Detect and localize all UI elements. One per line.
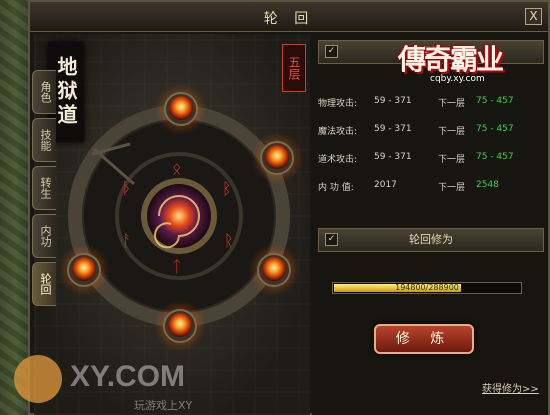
side-tab[interactable]: 角色 bbox=[32, 70, 56, 114]
rune-mark: ᛟ bbox=[172, 159, 182, 178]
side-tab[interactable]: 技能 bbox=[32, 118, 56, 162]
attribute-value: 59 - 371 bbox=[374, 152, 412, 162]
game-logo: 傳奇霸业 cqby.xy.com bbox=[388, 20, 538, 100]
owl-icon bbox=[14, 355, 62, 403]
attribute-label: 内 功 值: bbox=[318, 183, 354, 193]
next-layer-label: 下一层 bbox=[438, 99, 466, 109]
next-layer-value: 75 - 457 bbox=[476, 124, 514, 134]
obtain-cultivation-link[interactable]: 获得修为>> bbox=[482, 380, 539, 395]
rune-mark: ᚱ bbox=[224, 231, 234, 250]
side-tab[interactable]: 内功 bbox=[32, 214, 56, 258]
reincarnation-window: 轮 回 X 地狱道 五层 ᛟ ᛒ ᚱ ᛏ ᚨ ᚦ ✓ 属性 傳奇霸业 cqby.… bbox=[28, 0, 550, 415]
logo-url: cqby.xy.com bbox=[430, 74, 485, 84]
side-tabs: 角色 技能 转生 内功 轮回 bbox=[32, 70, 58, 310]
cultivation-progress-bar: 194800/288900 bbox=[332, 282, 522, 294]
rune-mark: ᚦ bbox=[122, 179, 132, 198]
rune-mark: ᚨ bbox=[122, 231, 132, 250]
attribute-value: 2017 bbox=[374, 180, 397, 190]
soul-orb-5[interactable] bbox=[58, 244, 110, 296]
attributes-toggle[interactable]: ✓ bbox=[325, 45, 338, 58]
logo-text: 傳奇霸业 bbox=[398, 43, 504, 76]
train-button[interactable]: 修 炼 bbox=[374, 324, 474, 354]
cultivation-header: ✓ 轮回修为 bbox=[318, 228, 544, 252]
attribute-label: 道术攻击: bbox=[318, 155, 358, 165]
side-tab[interactable]: 轮回 bbox=[32, 262, 56, 306]
next-layer-label: 下一层 bbox=[438, 127, 466, 137]
next-layer-value: 75 - 457 bbox=[476, 96, 514, 106]
soul-orb-4[interactable] bbox=[154, 300, 206, 352]
attribute-value: 59 - 371 bbox=[374, 96, 412, 106]
rune-mark: ᛏ bbox=[172, 257, 182, 276]
info-panel: ✓ 属性 傳奇霸业 cqby.xy.com 物理攻击: 59 - 371 下一层… bbox=[312, 34, 548, 415]
attribute-label: 魔法攻击: bbox=[318, 127, 358, 137]
watermark-subtitle: 玩游戏上XY bbox=[134, 399, 193, 412]
rune-mark: ᛒ bbox=[222, 179, 232, 198]
watermark-brand: XY.COM bbox=[70, 360, 186, 393]
soul-orb-2[interactable] bbox=[251, 132, 303, 184]
progress-text: 194800/288900 bbox=[395, 283, 459, 292]
side-tab[interactable]: 转生 bbox=[32, 166, 56, 210]
watermark: XY.COM 玩游戏上XY bbox=[14, 355, 234, 415]
soul-orb-1[interactable] bbox=[155, 83, 207, 135]
attribute-label: 物理攻击: bbox=[318, 99, 358, 109]
next-layer-value: 2548 bbox=[476, 180, 499, 190]
cultivation-toggle[interactable]: ✓ bbox=[325, 233, 338, 246]
attribute-value: 59 - 371 bbox=[374, 124, 412, 134]
next-layer-label: 下一层 bbox=[438, 155, 466, 165]
soul-orb-3[interactable] bbox=[248, 244, 300, 296]
cultivation-title: 轮回修为 bbox=[409, 233, 453, 246]
next-layer-label: 下一层 bbox=[438, 183, 466, 193]
next-layer-value: 75 - 457 bbox=[476, 152, 514, 162]
